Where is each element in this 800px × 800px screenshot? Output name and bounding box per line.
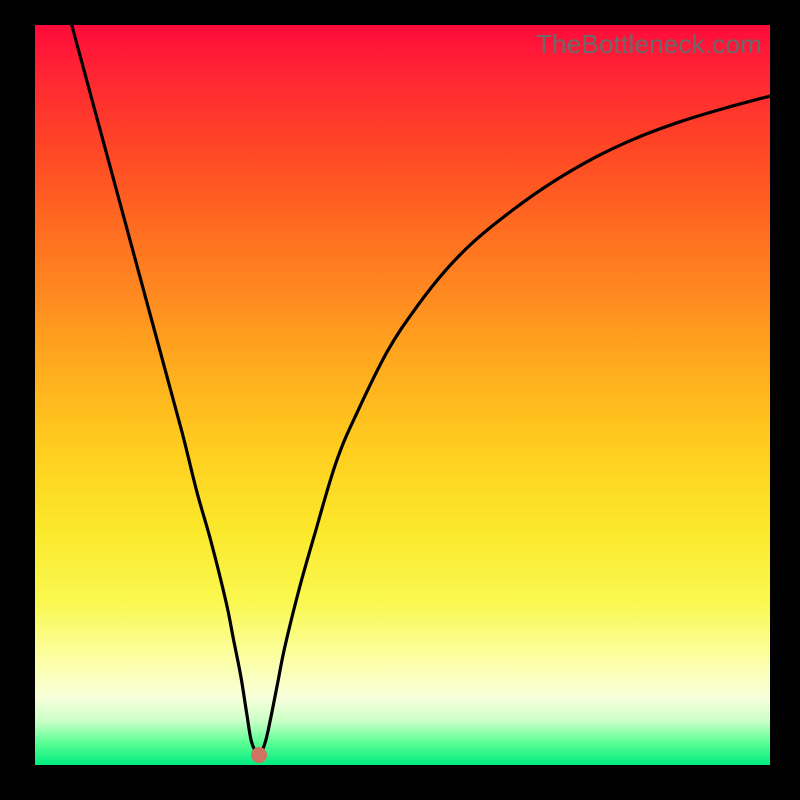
- bottleneck-curve: [35, 25, 770, 765]
- chart-plot-area: TheBottleneck.com: [35, 25, 770, 765]
- optimal-point-marker: [251, 747, 267, 763]
- chart-frame: TheBottleneck.com: [0, 0, 800, 800]
